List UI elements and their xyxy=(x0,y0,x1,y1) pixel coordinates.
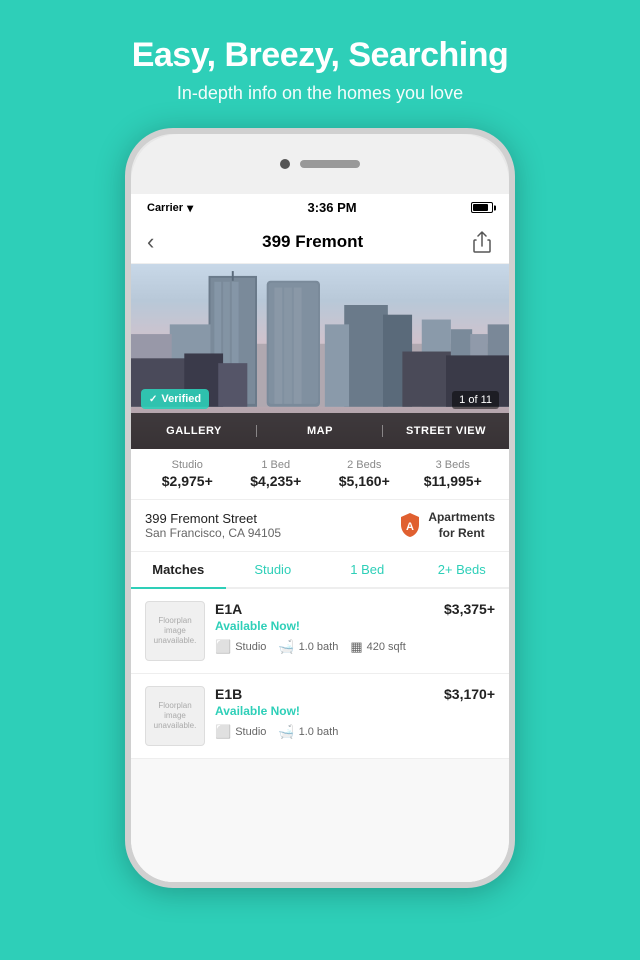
share-button[interactable] xyxy=(471,231,493,253)
unit-type-e1b: ⬜ Studio xyxy=(215,724,266,740)
unit-bath-e1a: 🛁 1.0 bath xyxy=(278,639,338,655)
verified-label: Verified xyxy=(161,393,201,405)
header-title: Easy, Breezy, Searching xyxy=(40,36,600,75)
status-left: Carrier ▾ xyxy=(147,201,193,215)
price-3beds: 3 Beds $11,995+ xyxy=(409,459,498,489)
unit-bath-label: 1.0 bath xyxy=(299,641,339,653)
price-1bed: 1 Bed $4,235+ xyxy=(232,459,321,489)
unit-item-e1a[interactable]: Floorplan image unavailable. E1A Availab… xyxy=(131,589,509,674)
status-bar: Carrier ▾ 3:36 PM xyxy=(131,194,509,221)
header-subtitle: In-depth info on the homes you love xyxy=(40,83,600,104)
back-button[interactable]: ‹ xyxy=(147,229,154,255)
price-label-studio: Studio xyxy=(143,459,232,471)
thumbnail-unavailable-label-e1b: Floorplan image unavailable. xyxy=(146,697,204,736)
brand-logo: A Apartmentsfor Rent xyxy=(398,510,495,541)
phone-camera xyxy=(280,159,290,169)
phone-frame: Carrier ▾ 3:36 PM ‹ 399 Fremont xyxy=(125,128,515,888)
status-time: 3:36 PM xyxy=(307,200,356,215)
bed-icon-e1b: ⬜ xyxy=(215,724,231,740)
address-section: 399 Fremont Street San Francisco, CA 941… xyxy=(131,500,509,552)
unit-item-e1b[interactable]: Floorplan image unavailable. E1B Availab… xyxy=(131,674,509,759)
map-tab[interactable]: MAP xyxy=(257,417,383,445)
view-tabs: GALLERY MAP STREET VIEW xyxy=(131,413,509,449)
price-2beds: 2 Beds $5,160+ xyxy=(320,459,409,489)
unit-type-label: Studio xyxy=(235,641,266,653)
unit-specs-e1b: ⬜ Studio 🛁 1.0 bath xyxy=(215,724,434,740)
wifi-icon: ▾ xyxy=(187,201,193,215)
unit-type-e1a: ⬜ Studio xyxy=(215,639,266,655)
brand-shield-icon: A xyxy=(398,511,422,541)
status-right xyxy=(471,202,493,213)
unit-sqft-label: 420 sqft xyxy=(367,641,406,653)
bath-icon-e1b: 🛁 xyxy=(278,724,294,740)
unit-details-e1b: E1B Available Now! ⬜ Studio 🛁 1.0 bath xyxy=(215,686,434,740)
unit-details-e1a: E1A Available Now! ⬜ Studio 🛁 1.0 bath xyxy=(215,601,434,655)
nav-title: 399 Fremont xyxy=(262,232,363,252)
bed-icon: ⬜ xyxy=(215,639,231,655)
unit-bath-e1b: 🛁 1.0 bath xyxy=(278,724,338,740)
thumbnail-unavailable-label: Floorplan image unavailable. xyxy=(146,612,204,651)
sqft-icon: ▦ xyxy=(350,639,362,655)
unit-list: Floorplan image unavailable. E1A Availab… xyxy=(131,589,509,882)
price-value-2beds: $5,160+ xyxy=(320,473,409,489)
address-text: 399 Fremont Street San Francisco, CA 941… xyxy=(145,511,398,540)
address-street: 399 Fremont Street xyxy=(145,511,398,526)
unit-sqft-e1a: ▦ 420 sqft xyxy=(350,639,405,655)
tab-studio[interactable]: Studio xyxy=(226,552,321,587)
verified-check-icon: ✓ xyxy=(149,394,157,405)
phone-speaker xyxy=(300,160,360,168)
tab-2plus-beds[interactable]: 2+ Beds xyxy=(415,552,510,587)
brand-name: Apartmentsfor Rent xyxy=(428,510,495,541)
nav-bar: ‹ 399 Fremont xyxy=(131,221,509,264)
tab-matches[interactable]: Matches xyxy=(131,552,226,589)
unit-name-e1a: E1A xyxy=(215,601,434,617)
street-view-tab[interactable]: STREET VIEW xyxy=(383,417,509,445)
price-label-2beds: 2 Beds xyxy=(320,459,409,471)
battery-icon xyxy=(471,202,493,213)
unit-thumbnail-e1b: Floorplan image unavailable. xyxy=(145,686,205,746)
svg-text:A: A xyxy=(406,521,414,533)
battery-fill xyxy=(473,204,488,211)
property-image: ✓ Verified 1 of 11 GALLERY MAP STREET VI… xyxy=(131,264,509,449)
price-label-3beds: 3 Beds xyxy=(409,459,498,471)
image-counter: 1 of 11 xyxy=(452,391,499,409)
price-value-1bed: $4,235+ xyxy=(232,473,321,489)
unit-thumbnail-e1a: Floorplan image unavailable. xyxy=(145,601,205,661)
price-value-studio: $2,975+ xyxy=(143,473,232,489)
phone-screen: Carrier ▾ 3:36 PM ‹ 399 Fremont xyxy=(131,194,509,882)
unit-price-e1a: $3,375+ xyxy=(444,601,495,617)
app-header: Easy, Breezy, Searching In-depth info on… xyxy=(0,0,640,128)
unit-bath-label-e1b: 1.0 bath xyxy=(299,726,339,738)
verified-badge: ✓ Verified xyxy=(141,389,209,409)
price-studio: Studio $2,975+ xyxy=(143,459,232,489)
price-label-1bed: 1 Bed xyxy=(232,459,321,471)
address-city: San Francisco, CA 94105 xyxy=(145,526,398,540)
filter-tabs: Matches Studio 1 Bed 2+ Beds xyxy=(131,552,509,589)
unit-availability-e1b: Available Now! xyxy=(215,704,434,718)
phone-top-bar xyxy=(131,134,509,194)
gallery-tab[interactable]: GALLERY xyxy=(131,417,257,445)
price-section: Studio $2,975+ 1 Bed $4,235+ 2 Beds $5,1… xyxy=(131,449,509,500)
skyline-svg xyxy=(131,264,509,409)
unit-name-e1b: E1B xyxy=(215,686,434,702)
carrier-label: Carrier xyxy=(147,202,183,214)
unit-price-e1b: $3,170+ xyxy=(444,686,495,702)
bath-icon: 🛁 xyxy=(278,639,294,655)
phone-mockup: Carrier ▾ 3:36 PM ‹ 399 Fremont xyxy=(0,128,640,888)
unit-type-label-e1b: Studio xyxy=(235,726,266,738)
unit-availability-e1a: Available Now! xyxy=(215,619,434,633)
tab-1bed[interactable]: 1 Bed xyxy=(320,552,415,587)
share-icon xyxy=(473,231,491,253)
unit-specs-e1a: ⬜ Studio 🛁 1.0 bath ▦ 420 sqft xyxy=(215,639,434,655)
price-value-3beds: $11,995+ xyxy=(409,473,498,489)
